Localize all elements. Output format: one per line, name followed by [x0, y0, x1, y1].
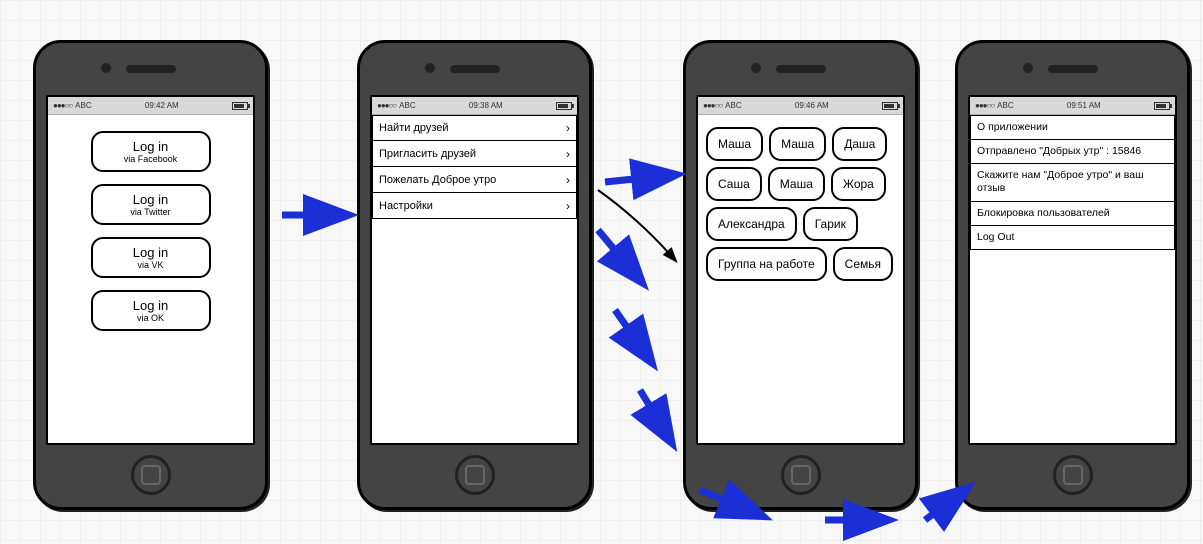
contact-chip-container: Маша Маша Даша Саша Маша Жора Александра… — [704, 123, 897, 285]
menu-item-invite[interactable]: Пригласить друзей › — [372, 141, 577, 167]
login-sub: via Twitter — [97, 207, 205, 217]
contact-chip[interactable]: Маша — [768, 167, 825, 201]
menu-item-wish[interactable]: Пожелать Доброе утро › — [372, 167, 577, 193]
phone-camera — [425, 63, 435, 73]
carrier-label: ABC — [997, 101, 1013, 110]
battery-icon — [1154, 102, 1170, 110]
status-bar: ●●●○○ ABC 09:42 AM — [48, 97, 253, 115]
menu-label: Настройки — [379, 200, 433, 212]
carrier-label: ABC — [725, 101, 741, 110]
screen-menu: ●●●○○ ABC 09:38 AM Найти друзей › Пригла… — [370, 95, 579, 445]
home-button[interactable] — [131, 455, 171, 495]
phone-speaker — [776, 65, 826, 73]
login-title: Log in — [97, 192, 205, 207]
contact-chip[interactable]: Жора — [831, 167, 886, 201]
phone-camera — [101, 63, 111, 73]
contact-chip[interactable]: Гарик — [803, 207, 858, 241]
phone-login: ●●●○○ ABC 09:42 AM Log in via Facebook L… — [33, 40, 268, 510]
contacts-content: Маша Маша Даша Саша Маша Жора Александра… — [698, 115, 903, 443]
phone-speaker — [1048, 65, 1098, 73]
login-title: Log in — [97, 139, 205, 154]
screen-login: ●●●○○ ABC 09:42 AM Log in via Facebook L… — [46, 95, 255, 445]
phone-settings: ●●●○○ ABC 09:51 AM О приложении Отправле… — [955, 40, 1190, 510]
menu-item-settings[interactable]: Настройки › — [372, 193, 577, 219]
login-twitter-button[interactable]: Log in via Twitter — [91, 184, 211, 225]
contact-chip[interactable]: Группа на работе — [706, 247, 827, 281]
phone-speaker — [126, 65, 176, 73]
login-sub: via Facebook — [97, 154, 205, 164]
screen-settings: ●●●○○ ABC 09:51 AM О приложении Отправле… — [968, 95, 1177, 445]
arrow-cascade-3 — [640, 390, 670, 440]
contact-chip[interactable]: Александра — [706, 207, 797, 241]
home-button[interactable] — [1053, 455, 1093, 495]
settings-sent-count[interactable]: Отправлено "Добрых утр" : 15846 — [970, 140, 1175, 164]
arrow-2-to-3 — [605, 175, 673, 182]
phone-camera — [1023, 63, 1033, 73]
clock: 09:38 AM — [469, 101, 503, 110]
settings-feedback[interactable]: Скажите нам "Доброе утро" и ваш отзыв — [970, 164, 1175, 201]
contact-chip[interactable]: Саша — [706, 167, 762, 201]
login-facebook-button[interactable]: Log in via Facebook — [91, 131, 211, 172]
contact-chip[interactable]: Даша — [832, 127, 887, 161]
battery-icon — [232, 102, 248, 110]
home-button[interactable] — [781, 455, 821, 495]
status-bar: ●●●○○ ABC 09:38 AM — [372, 97, 577, 115]
contact-chip[interactable]: Маша — [706, 127, 763, 161]
clock: 09:46 AM — [795, 101, 829, 110]
phone-speaker — [450, 65, 500, 73]
home-button[interactable] — [455, 455, 495, 495]
chevron-right-icon: › — [566, 173, 570, 187]
menu-label: Найти друзей — [379, 122, 449, 134]
chevron-right-icon: › — [566, 199, 570, 213]
settings-content: О приложении Отправлено "Добрых утр" : 1… — [970, 115, 1175, 443]
menu-label: Пригласить друзей — [379, 148, 476, 160]
signal-icon: ●●●○○ — [703, 101, 722, 110]
chevron-right-icon: › — [566, 121, 570, 135]
clock: 09:42 AM — [145, 101, 179, 110]
screen-contacts: ●●●○○ ABC 09:46 AM Маша Маша Даша Саша М… — [696, 95, 905, 445]
menu-item-find-friends[interactable]: Найти друзей › — [372, 115, 577, 141]
clock: 09:51 AM — [1067, 101, 1101, 110]
contact-chip[interactable]: Семья — [833, 247, 893, 281]
menu-label: Пожелать Доброе утро — [379, 174, 496, 186]
login-sub: via VK — [97, 260, 205, 270]
phone-contacts: ●●●○○ ABC 09:46 AM Маша Маша Даша Саша М… — [683, 40, 918, 510]
menu-content: Найти друзей › Пригласить друзей › Пожел… — [372, 115, 577, 443]
signal-icon: ●●●○○ — [53, 101, 72, 110]
login-ok-button[interactable]: Log in via OK — [91, 290, 211, 331]
phone-menu: ●●●○○ ABC 09:38 AM Найти друзей › Пригла… — [357, 40, 592, 510]
login-title: Log in — [97, 245, 205, 260]
signal-icon: ●●●○○ — [975, 101, 994, 110]
status-bar: ●●●○○ ABC 09:46 AM — [698, 97, 903, 115]
status-bar: ●●●○○ ABC 09:51 AM — [970, 97, 1175, 115]
chevron-right-icon: › — [566, 147, 570, 161]
arrow-curved — [598, 190, 675, 260]
battery-icon — [556, 102, 572, 110]
settings-about[interactable]: О приложении — [970, 115, 1175, 140]
settings-block[interactable]: Блокировка пользователей — [970, 202, 1175, 226]
arrow-cascade-2 — [615, 310, 650, 360]
signal-icon: ●●●○○ — [377, 101, 396, 110]
login-sub: via OK — [97, 313, 205, 323]
contact-chip[interactable]: Маша — [769, 127, 826, 161]
battery-icon — [882, 102, 898, 110]
carrier-label: ABC — [75, 101, 91, 110]
login-title: Log in — [97, 298, 205, 313]
carrier-label: ABC — [399, 101, 415, 110]
login-content: Log in via Facebook Log in via Twitter L… — [48, 115, 253, 443]
arrow-cascade-1 — [598, 230, 640, 280]
settings-logout[interactable]: Log Out — [970, 226, 1175, 250]
login-vk-button[interactable]: Log in via VK — [91, 237, 211, 278]
phone-camera — [751, 63, 761, 73]
